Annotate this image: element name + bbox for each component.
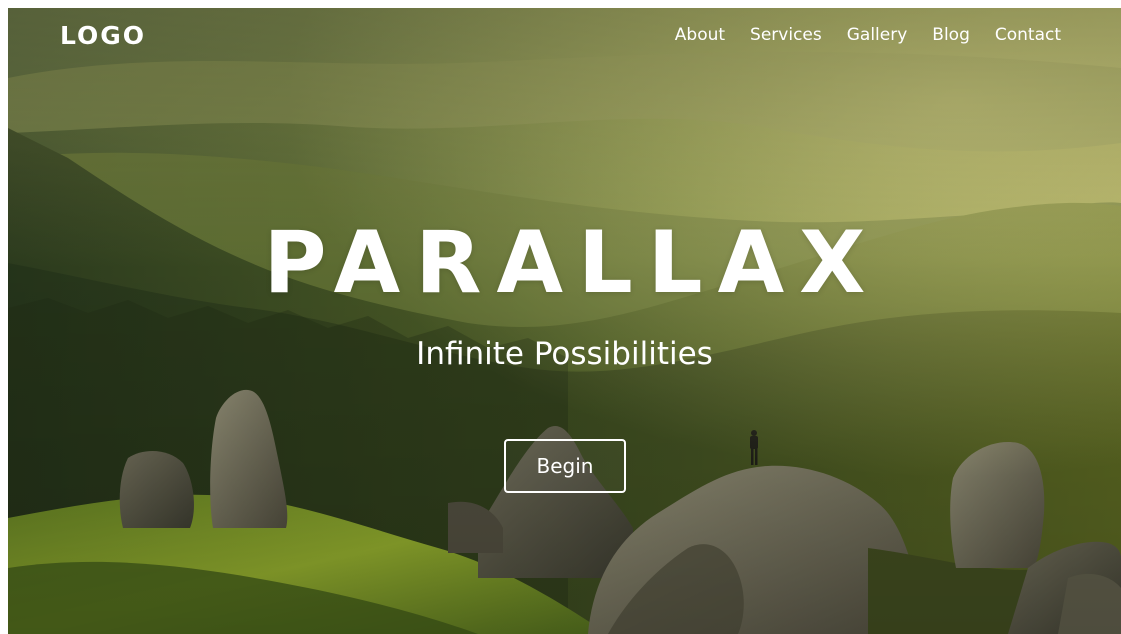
begin-button[interactable]: Begin [504, 439, 626, 493]
hero-subtitle: Infinite Possibilities [416, 336, 713, 372]
nav-link-contact[interactable]: Contact [995, 25, 1061, 45]
hero-title: PARALLAX [263, 213, 881, 313]
nav-link-blog[interactable]: Blog [932, 25, 970, 45]
nav-link-gallery[interactable]: Gallery [847, 25, 908, 45]
hero-section: LOGO About Services Gallery Blog Contact… [8, 8, 1121, 634]
nav-menu: About Services Gallery Blog Contact [650, 25, 1061, 45]
logo[interactable]: LOGO [60, 21, 146, 50]
nav-link-services[interactable]: Services [750, 25, 822, 45]
top-navbar: LOGO About Services Gallery Blog Contact [8, 8, 1121, 68]
nav-link-about[interactable]: About [675, 25, 725, 45]
hero-background-image [8, 8, 1121, 634]
